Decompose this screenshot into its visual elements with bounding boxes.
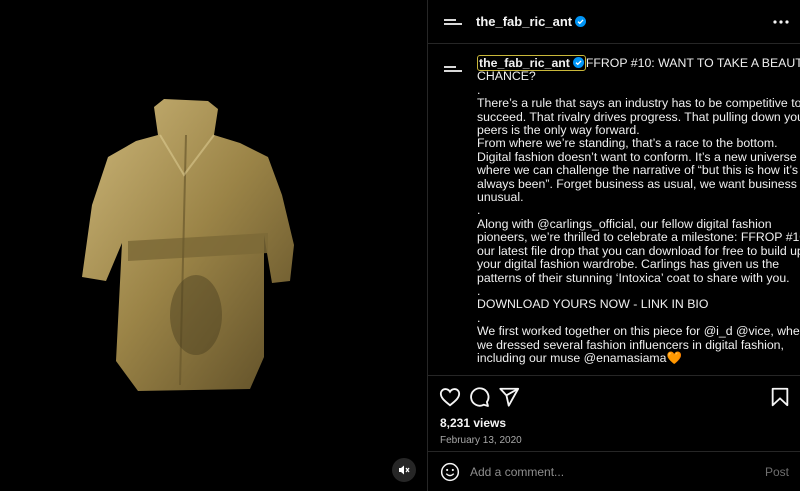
caption-avatar[interactable]	[442, 58, 464, 80]
caption-first-line: FFROP #10: WANT TO TAKE A BEAUTIFUL	[585, 56, 800, 70]
verified-badge-icon	[572, 57, 584, 68]
post-sidebar: the_fab_ric_ant the_fab_ric_ant FFROP #10…	[427, 0, 800, 491]
comment-icon[interactable]	[468, 386, 490, 408]
more-options-icon[interactable]	[771, 12, 791, 32]
caption-line: .	[477, 310, 481, 325]
caption-line: pioneers, we’re thrilled to celebrate a …	[477, 230, 800, 245]
header-username[interactable]: the_fab_ric_ant	[476, 14, 587, 29]
comment-bar: Post	[428, 451, 800, 491]
caption-line: where we can challenge the narrative of …	[477, 163, 799, 178]
view-count[interactable]: 8,231 views	[440, 416, 522, 430]
caption-line: including our muse @enamasiama🧡	[477, 350, 682, 365]
speaker-muted-icon	[399, 465, 410, 475]
post-media[interactable]	[0, 0, 427, 491]
post-caption: the_fab_ric_ant FFROP #10: WANT TO TAKE A…	[477, 55, 800, 365]
caption-line: patterns of their stunning ‘Intoxica’ co…	[477, 270, 790, 285]
coat-image	[82, 99, 294, 391]
bookmark-icon[interactable]	[769, 386, 791, 408]
post-header: the_fab_ric_ant	[428, 0, 800, 44]
mute-button[interactable]	[392, 458, 416, 482]
caption-line: From where we’re standing, that’s a race…	[477, 136, 778, 151]
caption-line: DOWNLOAD YOURS NOW - LINK IN BIO	[477, 297, 709, 312]
post-comment-button[interactable]: Post	[765, 465, 789, 479]
action-bar	[428, 375, 800, 415]
avatar[interactable]	[442, 11, 464, 33]
caption-line: we dressed several fashion influencers i…	[477, 337, 784, 352]
caption-line: Along with @carlings_official, our fello…	[477, 216, 772, 231]
caption-line: our latest file drop that you can downlo…	[477, 243, 800, 258]
caption-line: peers is the only way forward.	[477, 123, 640, 138]
caption-line: succeed. That rivalry drives progress. T…	[477, 109, 800, 124]
caption-line: We first worked together on this piece f…	[477, 324, 800, 339]
heart-icon[interactable]	[439, 386, 461, 408]
caption-area: the_fab_ric_ant FFROP #10: WANT TO TAKE A…	[428, 45, 800, 375]
caption-line: unusual.	[477, 190, 524, 205]
paper-plane-icon[interactable]	[498, 386, 520, 408]
post-date[interactable]: February 13, 2020	[440, 435, 522, 446]
caption-line: .	[477, 283, 481, 298]
caption-line: Digital fashion doesn’t want to conform.…	[477, 149, 797, 164]
caption-line: CHANCE?	[477, 69, 536, 84]
caption-line: There’s a rule that says an industry has…	[477, 96, 800, 111]
emoji-icon[interactable]	[440, 462, 460, 482]
comment-input[interactable]	[470, 463, 740, 481]
post-stats: 8,231 views February 13, 2020	[440, 416, 522, 446]
caption-line: your digital fashion wardrobe. Carlings …	[477, 257, 780, 272]
caption-line: .	[477, 82, 481, 97]
caption-line: .	[477, 203, 481, 218]
caption-line: always been”. Forget business as usual, …	[477, 176, 797, 191]
verified-badge-icon	[575, 16, 587, 27]
